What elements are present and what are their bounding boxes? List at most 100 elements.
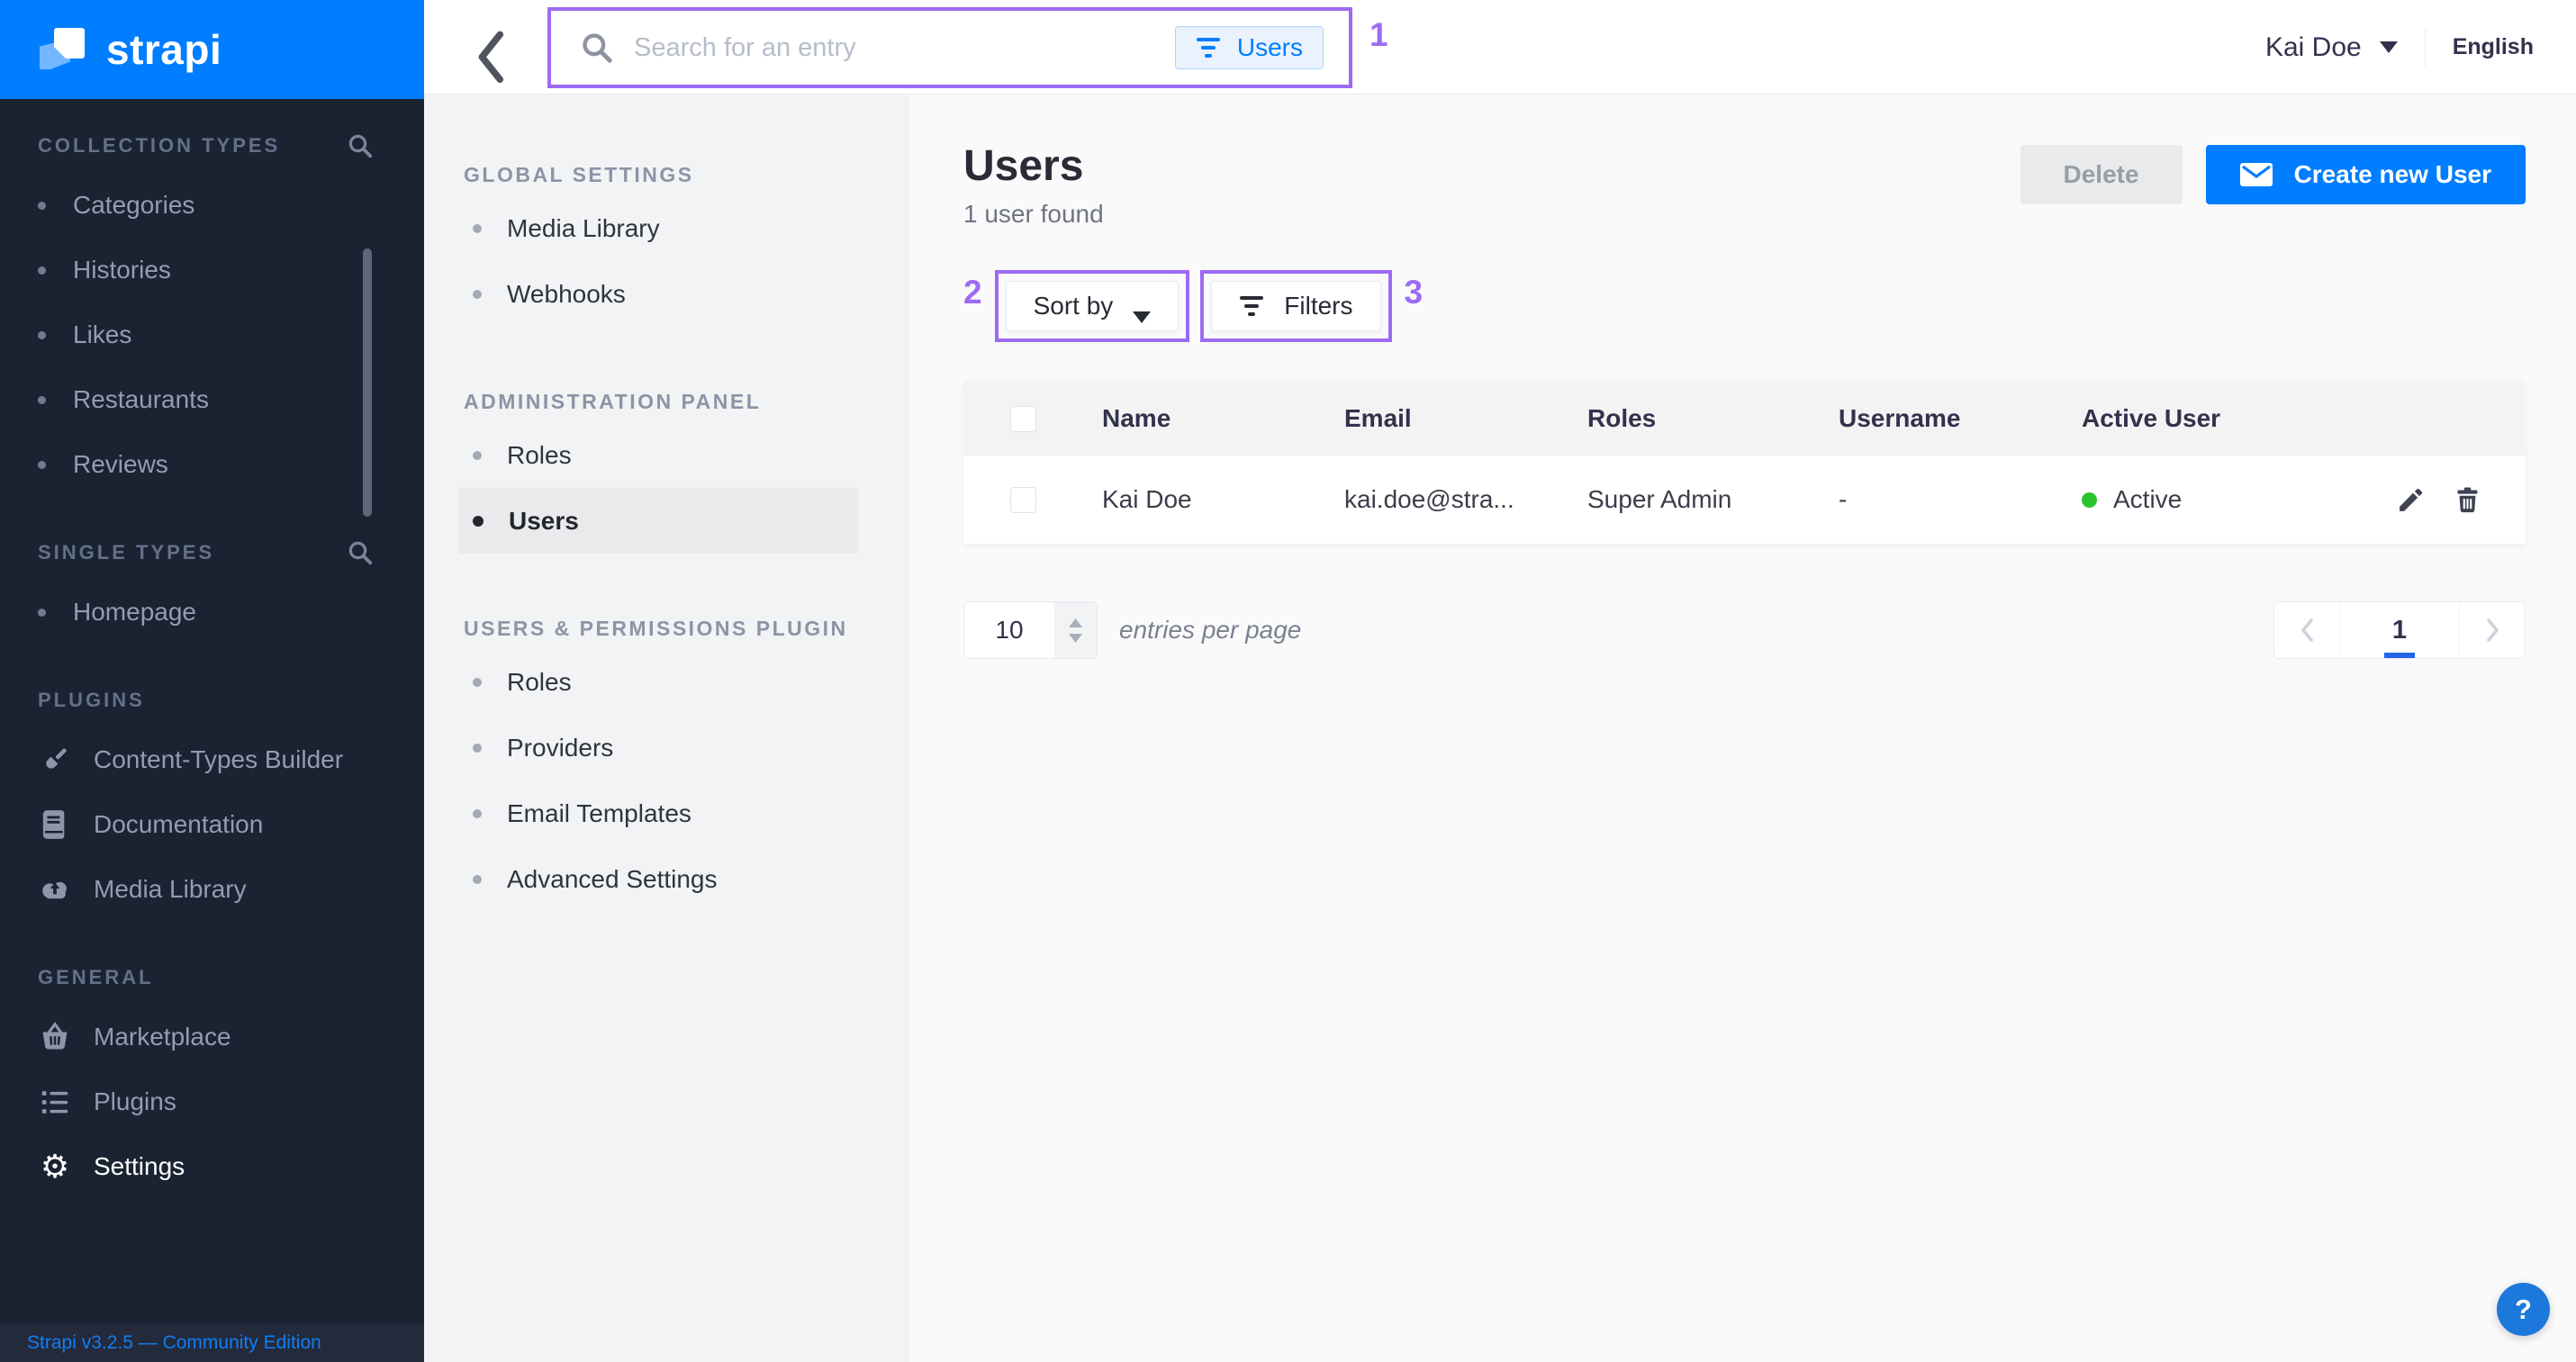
language-selector[interactable]: English <box>2453 34 2534 60</box>
sidebar-item-marketplace[interactable]: Marketplace <box>0 1005 424 1069</box>
settings-item-roles-plugin[interactable]: Roles <box>458 649 858 715</box>
topbar: Users 1 Kai Doe English <box>424 0 2576 95</box>
bullet-icon <box>473 451 482 460</box>
column-header-name: Name <box>1102 404 1344 433</box>
delete-button[interactable]: Delete <box>2020 145 2183 204</box>
stepper-arrows-icon[interactable] <box>1054 602 1097 658</box>
settings-item-media-library[interactable]: Media Library <box>458 195 858 261</box>
settings-item-advanced-settings[interactable]: Advanced Settings <box>458 846 858 912</box>
cell-email: kai.doe@stra... <box>1344 485 1587 514</box>
select-all-checkbox[interactable] <box>1010 406 1036 432</box>
settings-item-label: Roles <box>507 441 572 470</box>
annotation-box-filters: Filters <box>1200 270 1391 342</box>
strapi-logo[interactable]: strapi <box>0 0 424 99</box>
trash-icon[interactable] <box>2453 485 2482 515</box>
search-icon[interactable] <box>347 539 374 566</box>
divider <box>2425 29 2426 67</box>
sidebar-scrollbar[interactable] <box>363 248 372 517</box>
pager: 1 <box>2273 601 2526 659</box>
settings-item-webhooks[interactable]: Webhooks <box>458 261 858 327</box>
bullet-icon <box>473 516 484 527</box>
sidebar-item-restaurants[interactable]: Restaurants <box>0 367 424 432</box>
help-button[interactable]: ? <box>2497 1283 2550 1336</box>
sidebar-item-label: Categories <box>73 191 194 220</box>
sort-by-label: Sort by <box>1034 292 1114 320</box>
sidebar-item-content-types-builder[interactable]: Content-Types Builder <box>0 727 424 792</box>
column-header-active-user: Active User <box>2082 404 2325 433</box>
strapi-version-link[interactable]: Strapi v3.2.5 — Community Edition <box>27 1332 321 1354</box>
settings-section-users-permissions: USERS & PERMISSIONS PLUGIN Roles Provide… <box>424 608 909 912</box>
page-title: Users <box>963 141 1104 191</box>
bullet-icon <box>473 678 482 687</box>
sidebar-footer: Strapi v3.2.5 — Community Edition <box>0 1323 424 1362</box>
bullet-icon <box>473 290 482 299</box>
next-page-chevron-icon[interactable] <box>2460 602 2525 658</box>
sidebar-item-categories[interactable]: Categories <box>0 173 424 238</box>
section-general: GENERAL Marketplace Plugins <box>0 958 424 1199</box>
entries-per-page-stepper[interactable]: 10 <box>963 601 1098 659</box>
annotation-box-search: Users <box>547 7 1352 88</box>
bullet-icon <box>38 331 46 339</box>
sidebar-item-homepage[interactable]: Homepage <box>0 580 424 645</box>
sort-by-button[interactable]: Sort by <box>1006 281 1180 331</box>
current-page-indicator <box>2384 653 2415 658</box>
sidebar-item-plugins[interactable]: Plugins <box>0 1069 424 1134</box>
section-title: PLUGINS <box>38 689 145 712</box>
search-scope-label: Users <box>1237 33 1303 62</box>
status-label: Active <box>2113 485 2182 514</box>
chevron-left-icon[interactable] <box>475 27 511 68</box>
column-header-username: Username <box>1839 404 2082 433</box>
sidebar-item-documentation[interactable]: Documentation <box>0 792 424 857</box>
sidebar-item-media-library[interactable]: Media Library <box>0 857 424 922</box>
settings-section-administration: ADMINISTRATION PANEL Roles Users <box>424 381 909 554</box>
section-single-types: SINGLE TYPES Homepage <box>0 533 424 645</box>
edit-pencil-icon[interactable] <box>2396 485 2426 515</box>
settings-item-users[interactable]: Users <box>458 488 858 554</box>
sidebar-item-label: Plugins <box>94 1087 176 1116</box>
search-icon <box>580 31 614 65</box>
search-input[interactable] <box>634 33 1175 63</box>
filters-label: Filters <box>1284 292 1352 320</box>
settings-item-roles-admin[interactable]: Roles <box>458 422 858 488</box>
section-single-types-header: SINGLE TYPES <box>0 533 424 573</box>
brush-icon <box>38 743 72 777</box>
annotation-number-1: 1 <box>1369 16 1388 54</box>
settings-section-global: GLOBAL SETTINGS Media Library Webhooks <box>424 154 909 327</box>
book-icon <box>38 807 72 842</box>
settings-item-providers[interactable]: Providers <box>458 715 858 780</box>
create-new-user-label: Create new User <box>2294 160 2491 189</box>
settings-item-email-templates[interactable]: Email Templates <box>458 780 858 846</box>
search-icon[interactable] <box>347 132 374 159</box>
entries-per-page-value: 10 <box>964 602 1054 658</box>
sidebar-item-histories[interactable]: Histories <box>0 238 424 302</box>
section-title: COLLECTION TYPES <box>38 134 280 158</box>
section-title: SINGLE TYPES <box>38 541 214 564</box>
settings-item-label: Advanced Settings <box>507 865 718 894</box>
sidebar-item-likes[interactable]: Likes <box>0 302 424 367</box>
sidebar-item-settings[interactable]: ⚙ Settings <box>0 1134 424 1199</box>
table-header-row: Name Email Roles Username Active User <box>963 382 2526 456</box>
sidebar-item-label: Media Library <box>94 875 247 904</box>
search-scope-tag[interactable]: Users <box>1175 26 1324 69</box>
chevron-down-icon <box>1133 301 1151 312</box>
user-menu[interactable]: Kai Doe <box>2265 32 2398 63</box>
settings-item-label: Email Templates <box>507 799 691 828</box>
settings-item-label: Roles <box>507 668 572 697</box>
filter-icon <box>1239 296 1264 316</box>
gear-icon: ⚙ <box>38 1150 72 1184</box>
create-new-user-button[interactable]: Create new User <box>2206 145 2526 204</box>
sidebar-item-label: Restaurants <box>73 385 209 414</box>
sidebar-item-label: Settings <box>94 1152 185 1181</box>
previous-page-chevron-icon[interactable] <box>2274 602 2339 658</box>
row-checkbox[interactable] <box>1010 487 1036 513</box>
filters-button[interactable]: Filters <box>1211 281 1380 331</box>
bullet-icon <box>38 202 46 210</box>
current-page[interactable]: 1 <box>2339 602 2460 658</box>
basket-icon <box>38 1020 72 1054</box>
cloud-upload-icon <box>38 872 72 906</box>
column-header-roles: Roles <box>1587 404 1839 433</box>
sidebar-item-reviews[interactable]: Reviews <box>0 432 424 497</box>
sidebar-item-label: Reviews <box>73 450 168 479</box>
table-row[interactable]: Kai Doe kai.doe@stra... Super Admin - Ac… <box>963 456 2526 544</box>
annotation-number-3: 3 <box>1405 274 1424 311</box>
